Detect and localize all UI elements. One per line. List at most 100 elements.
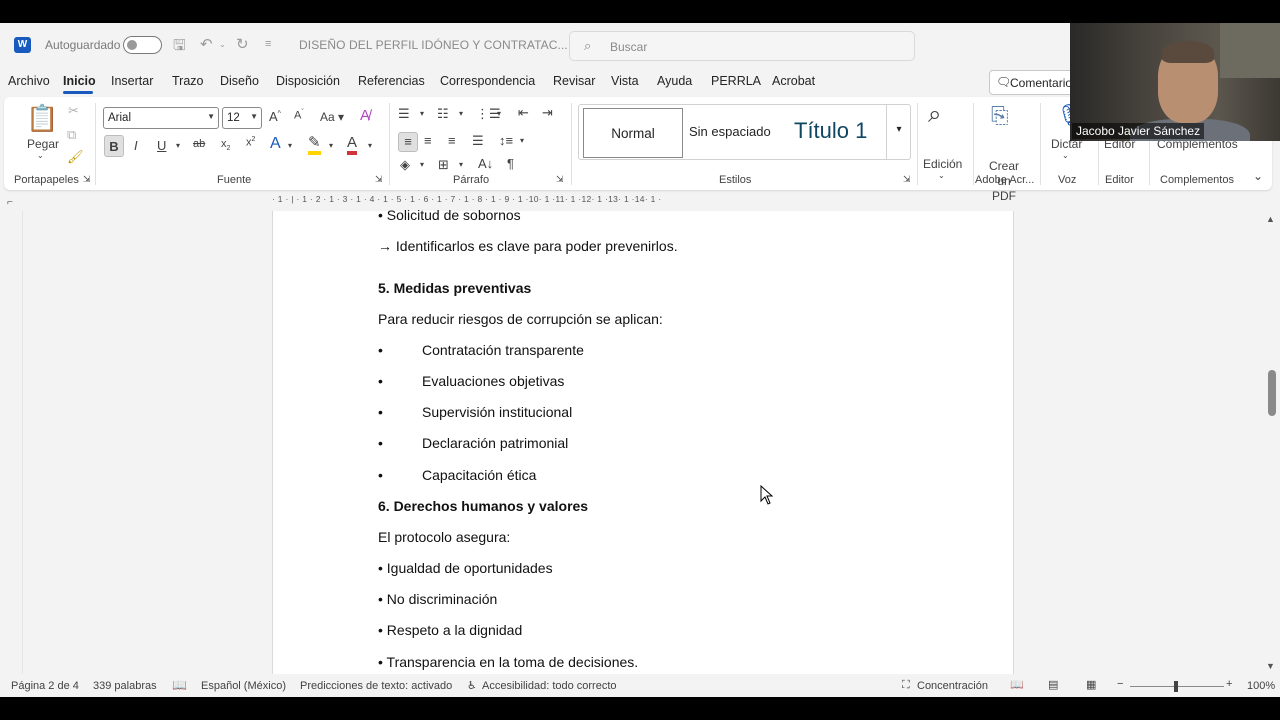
zoom-level[interactable]: 100%	[1247, 680, 1275, 692]
clipboard-launcher-icon[interactable]: ⇲	[83, 174, 91, 185]
underline-dropdown-icon[interactable]: ▾	[176, 141, 180, 150]
font-launcher-icon[interactable]: ⇲	[375, 174, 383, 185]
paragraph-launcher-icon[interactable]: ⇲	[556, 174, 564, 185]
font-color-dropdown-icon[interactable]: ▾	[368, 141, 372, 150]
shading-dropdown-icon[interactable]: ▾	[420, 160, 424, 169]
editing-label[interactable]: Edición	[923, 157, 962, 171]
zoom-out-icon[interactable]: −	[1117, 678, 1123, 690]
editing-dropdown-icon[interactable]: ⌄	[938, 171, 945, 180]
borders-icon[interactable]: ⊞	[438, 157, 449, 173]
tab-inicio[interactable]: Inicio	[63, 74, 96, 88]
scroll-up-icon[interactable]: ▲	[1266, 214, 1275, 224]
styles-launcher-icon[interactable]: ⇲	[903, 174, 911, 185]
styles-more-button[interactable]: ▾	[886, 104, 911, 160]
numbering-icon[interactable]: ☷	[437, 106, 449, 122]
tab-referencias[interactable]: Referencias	[358, 74, 425, 88]
tab-acrobat[interactable]: Acrobat	[772, 74, 815, 88]
subscript-button[interactable]: x2	[221, 138, 230, 152]
zoom-in-icon[interactable]: +	[1226, 678, 1232, 690]
multilevel-dropdown-icon[interactable]: ▾	[497, 109, 501, 118]
tab-vista[interactable]: Vista	[611, 74, 639, 88]
tab-disposicion[interactable]: Disposición	[276, 74, 340, 88]
italic-button[interactable]: I	[134, 138, 138, 153]
align-right-icon[interactable]: ≡	[448, 133, 456, 148]
superscript-button[interactable]: x2	[246, 136, 255, 149]
redo-icon[interactable]: ↻	[236, 35, 249, 53]
copy-icon[interactable]: ⧉	[67, 127, 76, 143]
page-count[interactable]: Página 2 de 4	[11, 680, 79, 692]
autosave-toggle[interactable]	[123, 36, 162, 54]
sort-icon[interactable]: A↓	[478, 156, 493, 171]
cut-icon[interactable]: ✂	[68, 103, 79, 119]
grow-font-icon[interactable]: A^	[269, 109, 281, 124]
align-left-button[interactable]: ≡	[398, 132, 418, 152]
font-size-select[interactable]: 12 ▼	[222, 107, 262, 129]
undo-dropdown-icon[interactable]: ⌄	[219, 40, 226, 49]
text-effects-dropdown-icon[interactable]: ▾	[288, 141, 292, 150]
web-layout-icon[interactable]: ▦	[1086, 678, 1096, 691]
bullets-icon[interactable]: ☰	[398, 106, 410, 122]
find-icon[interactable]: ⌕	[928, 101, 941, 129]
proofing-icon[interactable]: 📖	[172, 678, 187, 692]
ribbon-collapse-icon[interactable]: ⌄	[1253, 169, 1263, 183]
tab-ayuda[interactable]: Ayuda	[657, 74, 692, 88]
show-marks-icon[interactable]: ¶	[507, 156, 514, 171]
shrink-font-icon[interactable]: Aˇ	[294, 109, 304, 122]
font-color-icon[interactable]: A	[347, 135, 358, 155]
search-box[interactable]: ⌕ Buscar	[569, 31, 915, 61]
line-spacing-dropdown-icon[interactable]: ▾	[520, 136, 524, 145]
tab-trazo[interactable]: Trazo	[172, 74, 204, 88]
document-page[interactable]: • Solicitud de sobornos → Identificarlos…	[272, 207, 1014, 697]
accessibility-status[interactable]: Accesibilidad: todo correcto	[482, 680, 617, 692]
comments-button[interactable]: 🗨 Comentarios	[989, 70, 1079, 95]
read-mode-icon[interactable]: 📖	[1010, 678, 1024, 691]
tab-selector[interactable]: ⌐	[7, 197, 13, 208]
dictate-dropdown-icon[interactable]: ⌄	[1062, 151, 1069, 160]
align-center-icon[interactable]: ≡	[424, 133, 432, 148]
line-spacing-icon[interactable]: ↕≡	[499, 133, 513, 148]
shading-icon[interactable]: ◈	[400, 157, 410, 173]
paste-icon[interactable]: 📋	[26, 103, 58, 134]
strikethrough-button[interactable]: ab	[193, 138, 205, 150]
create-pdf-icon[interactable]: ⎘	[991, 103, 1009, 129]
tab-correspondencia[interactable]: Correspondencia	[440, 74, 535, 88]
tab-diseno[interactable]: Diseño	[220, 74, 259, 88]
decrease-indent-icon[interactable]: ⇤	[518, 105, 529, 121]
title-chevron-icon[interactable]: ⌄	[528, 39, 536, 50]
language-status[interactable]: Español (México)	[201, 680, 286, 692]
scroll-down-icon[interactable]: ▼	[1266, 661, 1275, 671]
text-effects-icon[interactable]: A	[270, 135, 281, 153]
focus-mode-button[interactable]: Concentración	[917, 680, 988, 692]
format-painter-icon[interactable]: 🖌	[67, 149, 84, 165]
tab-revisar[interactable]: Revisar	[553, 74, 595, 88]
tab-insertar[interactable]: Insertar	[111, 74, 153, 88]
bullets-dropdown-icon[interactable]: ▾	[420, 109, 424, 118]
numbering-dropdown-icon[interactable]: ▾	[459, 109, 463, 118]
text-predictions-status[interactable]: Predicciones de texto: activado	[300, 680, 452, 692]
word-count[interactable]: 339 palabras	[93, 680, 157, 692]
save-icon[interactable]: 🖫	[173, 35, 186, 60]
change-case-button[interactable]: Aa ▾	[320, 110, 344, 124]
increase-indent-icon[interactable]: ⇥	[542, 105, 553, 121]
style-heading-1[interactable]: Título 1	[794, 118, 867, 144]
print-layout-icon[interactable]: ▤	[1048, 678, 1058, 691]
undo-icon[interactable]: ↶	[200, 35, 213, 53]
bold-button[interactable]: B	[104, 135, 124, 157]
horizontal-ruler[interactable]: · 1 · | · 1 · 2 · 1 · 3 · 1 · 4 · 1 · 5 …	[272, 194, 908, 210]
font-name-select[interactable]: Arial ▼	[103, 107, 219, 129]
tab-archivo[interactable]: Archivo	[8, 74, 50, 88]
style-normal[interactable]: Normal	[583, 108, 683, 158]
tab-perrla[interactable]: PERRLA	[711, 74, 761, 88]
borders-dropdown-icon[interactable]: ▾	[459, 160, 463, 169]
style-no-spacing[interactable]: Sin espaciado	[689, 124, 771, 139]
highlight-icon[interactable]: ✎	[308, 135, 321, 155]
paste-label[interactable]: Pegar	[27, 137, 59, 151]
underline-button[interactable]: U	[157, 138, 166, 153]
vertical-scrollbar-thumb[interactable]	[1268, 370, 1276, 416]
zoom-slider-thumb[interactable]	[1174, 681, 1178, 692]
justify-icon[interactable]: ☰	[472, 133, 484, 149]
customize-toolbar-icon[interactable]: ≡	[265, 38, 271, 50]
clear-formatting-icon[interactable]: A̸	[360, 107, 370, 124]
paste-dropdown-icon[interactable]: ⌄	[37, 151, 44, 160]
highlight-dropdown-icon[interactable]: ▾	[329, 141, 333, 150]
